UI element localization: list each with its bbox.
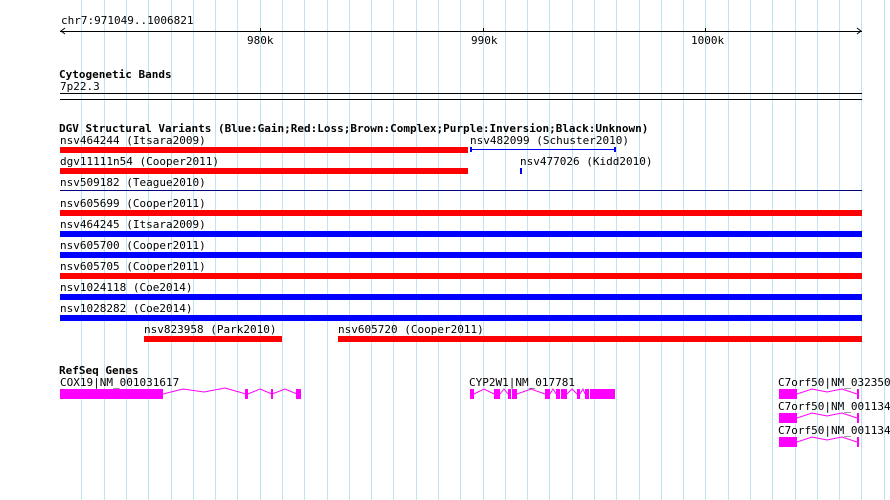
gene-exon [585, 389, 589, 399]
gene-exon [561, 389, 567, 399]
gene-exon [512, 389, 517, 399]
gene-exon [494, 389, 500, 399]
gene-label[interactable]: C7orf50|NM_00113439 [778, 425, 890, 437]
gene-exon [245, 389, 248, 399]
gene-exon [779, 437, 797, 447]
gene-label[interactable]: C7orf50|NM_00113439 [778, 401, 890, 413]
gene-exon [60, 389, 163, 399]
gene-exon [779, 413, 797, 423]
gene-introns [162, 387, 858, 443]
gene-label[interactable]: CYP2W1|NM_017781 [469, 377, 575, 389]
gene-exon [556, 389, 560, 399]
gene-exon [545, 389, 550, 399]
gene-exon [296, 389, 301, 399]
gene-label[interactable]: COX19|NM_001031617 [60, 377, 179, 389]
genome-browser-view: chr7:971049..1006821 980k 990k 1000k Cyt… [0, 0, 890, 500]
gene-exon [857, 389, 859, 399]
gene-exon [577, 389, 580, 399]
gene-exon [857, 413, 859, 423]
gene-label[interactable]: C7orf50|NM_032350 [778, 377, 890, 389]
gene-exon [271, 389, 273, 399]
gene-exon [779, 389, 797, 399]
gene-exon [470, 389, 474, 399]
gene-exon [508, 389, 511, 399]
gene-exon [590, 389, 615, 399]
gene-exon [857, 437, 859, 447]
